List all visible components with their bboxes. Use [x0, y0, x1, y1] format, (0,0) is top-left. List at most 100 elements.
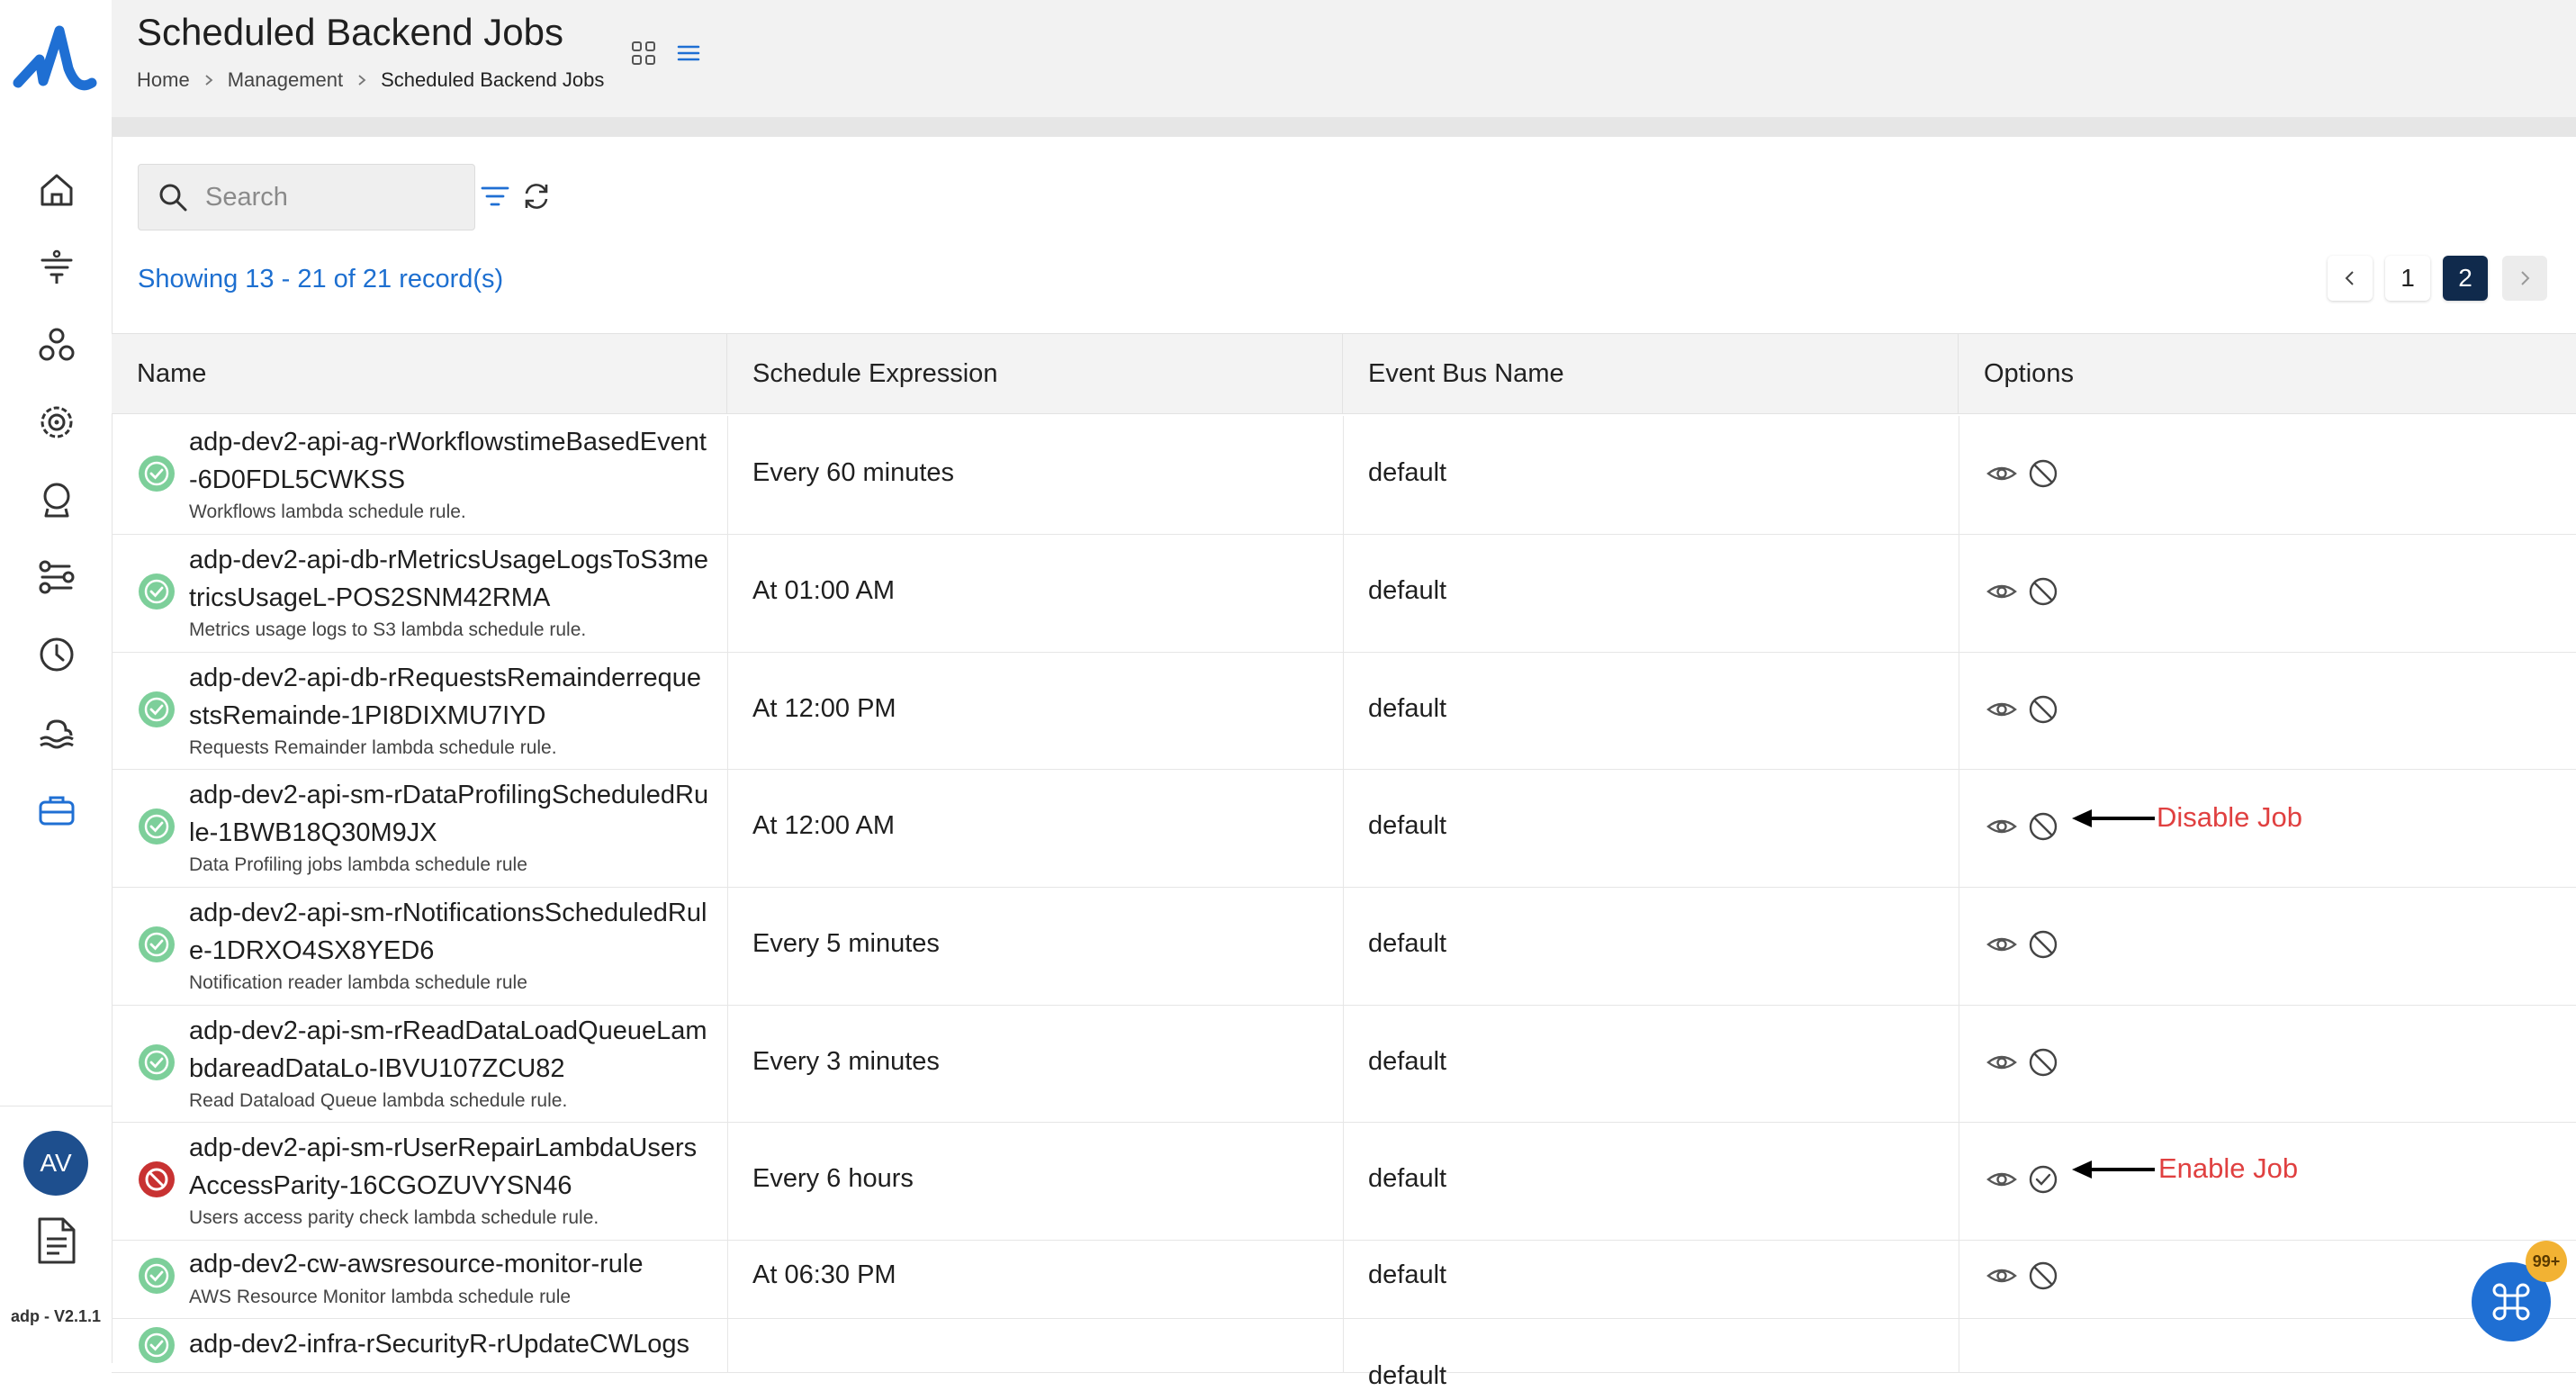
breadcrumb-management[interactable]: Management [228, 68, 343, 92]
job-description: Metrics usage logs to S3 lambda schedule… [189, 619, 587, 640]
page-2-button[interactable]: 2 [2443, 256, 2488, 301]
job-name: adp-dev2-infra-rSecurityR-rUpdateCWLogs [189, 1330, 690, 1359]
disable-job-icon[interactable] [2027, 1260, 2059, 1292]
schedule-expression: Every 60 minutes [752, 458, 955, 487]
column-divider [727, 1240, 728, 1318]
event-bus-name: default [1368, 458, 1447, 487]
view-job-eye-icon[interactable] [1986, 928, 2018, 961]
job-description: Read Dataload Queue lambda schedule rule… [189, 1090, 568, 1111]
refresh-icon[interactable] [520, 180, 553, 212]
event-bus-name: default [1368, 1260, 1447, 1289]
table-row[interactable]: adp-dev2-cw-awsresource-monitor-rule AWS … [112, 1240, 2576, 1319]
list-view-icon[interactable] [673, 38, 704, 68]
prev-page-button[interactable] [2328, 256, 2373, 301]
notification-badge[interactable]: 99+ [2526, 1241, 2567, 1282]
user-avatar[interactable]: AV [23, 1131, 88, 1196]
search-box[interactable] [138, 164, 475, 230]
sidebar-item-insights[interactable] [32, 475, 81, 524]
status-enabled-icon [139, 1258, 175, 1294]
grid-view-icon[interactable] [628, 38, 659, 68]
schedule-expression: At 12:00 AM [752, 811, 895, 840]
disable-job-icon[interactable] [2027, 928, 2059, 961]
column-divider [727, 652, 728, 769]
column-divider [1343, 1122, 1344, 1240]
table-header: Name Schedule Expression Event Bus Name … [112, 333, 2576, 414]
column-divider [727, 416, 728, 534]
status-enabled-icon [139, 808, 175, 845]
view-job-eye-icon[interactable] [1986, 693, 2018, 726]
status-enabled-icon [139, 1044, 175, 1080]
sidebar: AV adp - V2.1.1 [0, 0, 113, 1363]
arrow-left-icon [2072, 1161, 2155, 1179]
schedule-expression: At 12:00 PM [752, 694, 896, 723]
sidebar-item-settings[interactable] [32, 398, 81, 447]
event-bus-name: default [1368, 576, 1447, 605]
status-enabled-icon [139, 456, 175, 492]
records-count: Showing 13 - 21 of 21 record(s) [138, 265, 504, 294]
next-page-button[interactable] [2502, 256, 2547, 301]
column-divider [1343, 1318, 1344, 1372]
disable-job-icon[interactable] [2027, 457, 2059, 490]
view-job-eye-icon[interactable] [1986, 1163, 2018, 1196]
document-icon[interactable] [36, 1215, 77, 1266]
disable-job-icon[interactable] [2027, 575, 2059, 608]
clock-icon [40, 637, 74, 672]
table-row[interactable]: adp-dev2-api-ag-rWorkflowstimeBasedEvent… [112, 416, 2576, 535]
search-icon [159, 184, 187, 212]
sidebar-item-datalake[interactable] [32, 708, 81, 756]
table-row[interactable]: adp-dev2-infra-rSecurityR-rUpdateCWLogs d… [112, 1318, 2576, 1390]
breadcrumb-home[interactable]: Home [137, 68, 190, 92]
disable-job-icon[interactable] [2027, 693, 2059, 726]
table-row[interactable]: adp-dev2-api-db-rMetricsUsageLogsToS3met… [112, 534, 2576, 653]
disable-job-icon[interactable] [2027, 810, 2059, 843]
schedule-expression: At 01:00 AM [752, 576, 895, 605]
job-description: AWS Resource Monitor lambda schedule rul… [189, 1287, 572, 1307]
schedule-expression: At 06:30 PM [752, 1260, 896, 1289]
status-enabled-icon [139, 691, 175, 727]
search-input[interactable] [203, 181, 459, 213]
filter-icon[interactable] [479, 180, 511, 212]
column-divider [1343, 887, 1344, 1005]
view-job-eye-icon[interactable] [1986, 810, 2018, 843]
view-job-eye-icon[interactable] [1986, 457, 2018, 490]
sidebar-item-funnel[interactable] [32, 243, 81, 292]
column-divider [727, 1005, 728, 1122]
column-header-schedule[interactable]: Schedule Expression [727, 334, 1343, 413]
schedule-expression: Every 3 minutes [752, 1047, 940, 1076]
funnel-icon [41, 249, 73, 284]
event-bus-name: default [1368, 811, 1447, 840]
view-job-eye-icon[interactable] [1986, 1260, 2018, 1292]
event-bus-name: default [1368, 1047, 1447, 1076]
page-1-button[interactable]: 1 [2385, 256, 2430, 301]
column-divider [1343, 652, 1344, 769]
column-header-options: Options [1984, 359, 2074, 388]
settings-target-icon [41, 406, 73, 438]
sidebar-item-workflows[interactable] [32, 553, 81, 601]
view-job-eye-icon[interactable] [1986, 1046, 2018, 1079]
sidebar-item-schedules[interactable] [32, 630, 81, 679]
page-title: Scheduled Backend Jobs [137, 11, 563, 53]
sidebar-item-network[interactable] [32, 321, 81, 369]
crystal-ball-icon [43, 483, 70, 518]
column-header-name[interactable]: Name [112, 334, 727, 413]
network-icon [39, 328, 75, 361]
table-row[interactable]: adp-dev2-api-db-rRequestsRemainderreques… [112, 652, 2576, 770]
table-row[interactable]: adp-dev2-api-sm-rNotificationsScheduledR… [112, 887, 2576, 1006]
page-header: Scheduled Backend Jobs Home Management S… [112, 0, 2576, 117]
schedule-expression: Every 5 minutes [752, 929, 940, 958]
enable-job-icon[interactable] [2027, 1163, 2059, 1196]
view-job-eye-icon[interactable] [1986, 575, 2018, 608]
disable-job-icon[interactable] [2027, 1046, 2059, 1079]
sidebar-item-management[interactable] [32, 785, 81, 834]
app-logo[interactable] [13, 23, 99, 97]
table-row[interactable]: adp-dev2-api-sm-rReadDataLoadQueueLambda… [112, 1005, 2576, 1123]
sidebar-item-home[interactable] [32, 166, 81, 214]
column-header-event-bus[interactable]: Event Bus Name [1343, 334, 1959, 413]
job-description: Notification reader lambda schedule rule [189, 972, 527, 993]
job-name: adp-dev2-api-sm-rUserRepairLambdaUsersAc… [189, 1134, 698, 1200]
column-divider [1343, 416, 1344, 534]
home-icon [41, 174, 73, 206]
status-enabled-icon [139, 574, 175, 610]
event-bus-name: default [1368, 1361, 1447, 1390]
jobs-table: Name Schedule Expression Event Bus Name … [112, 333, 2576, 1390]
